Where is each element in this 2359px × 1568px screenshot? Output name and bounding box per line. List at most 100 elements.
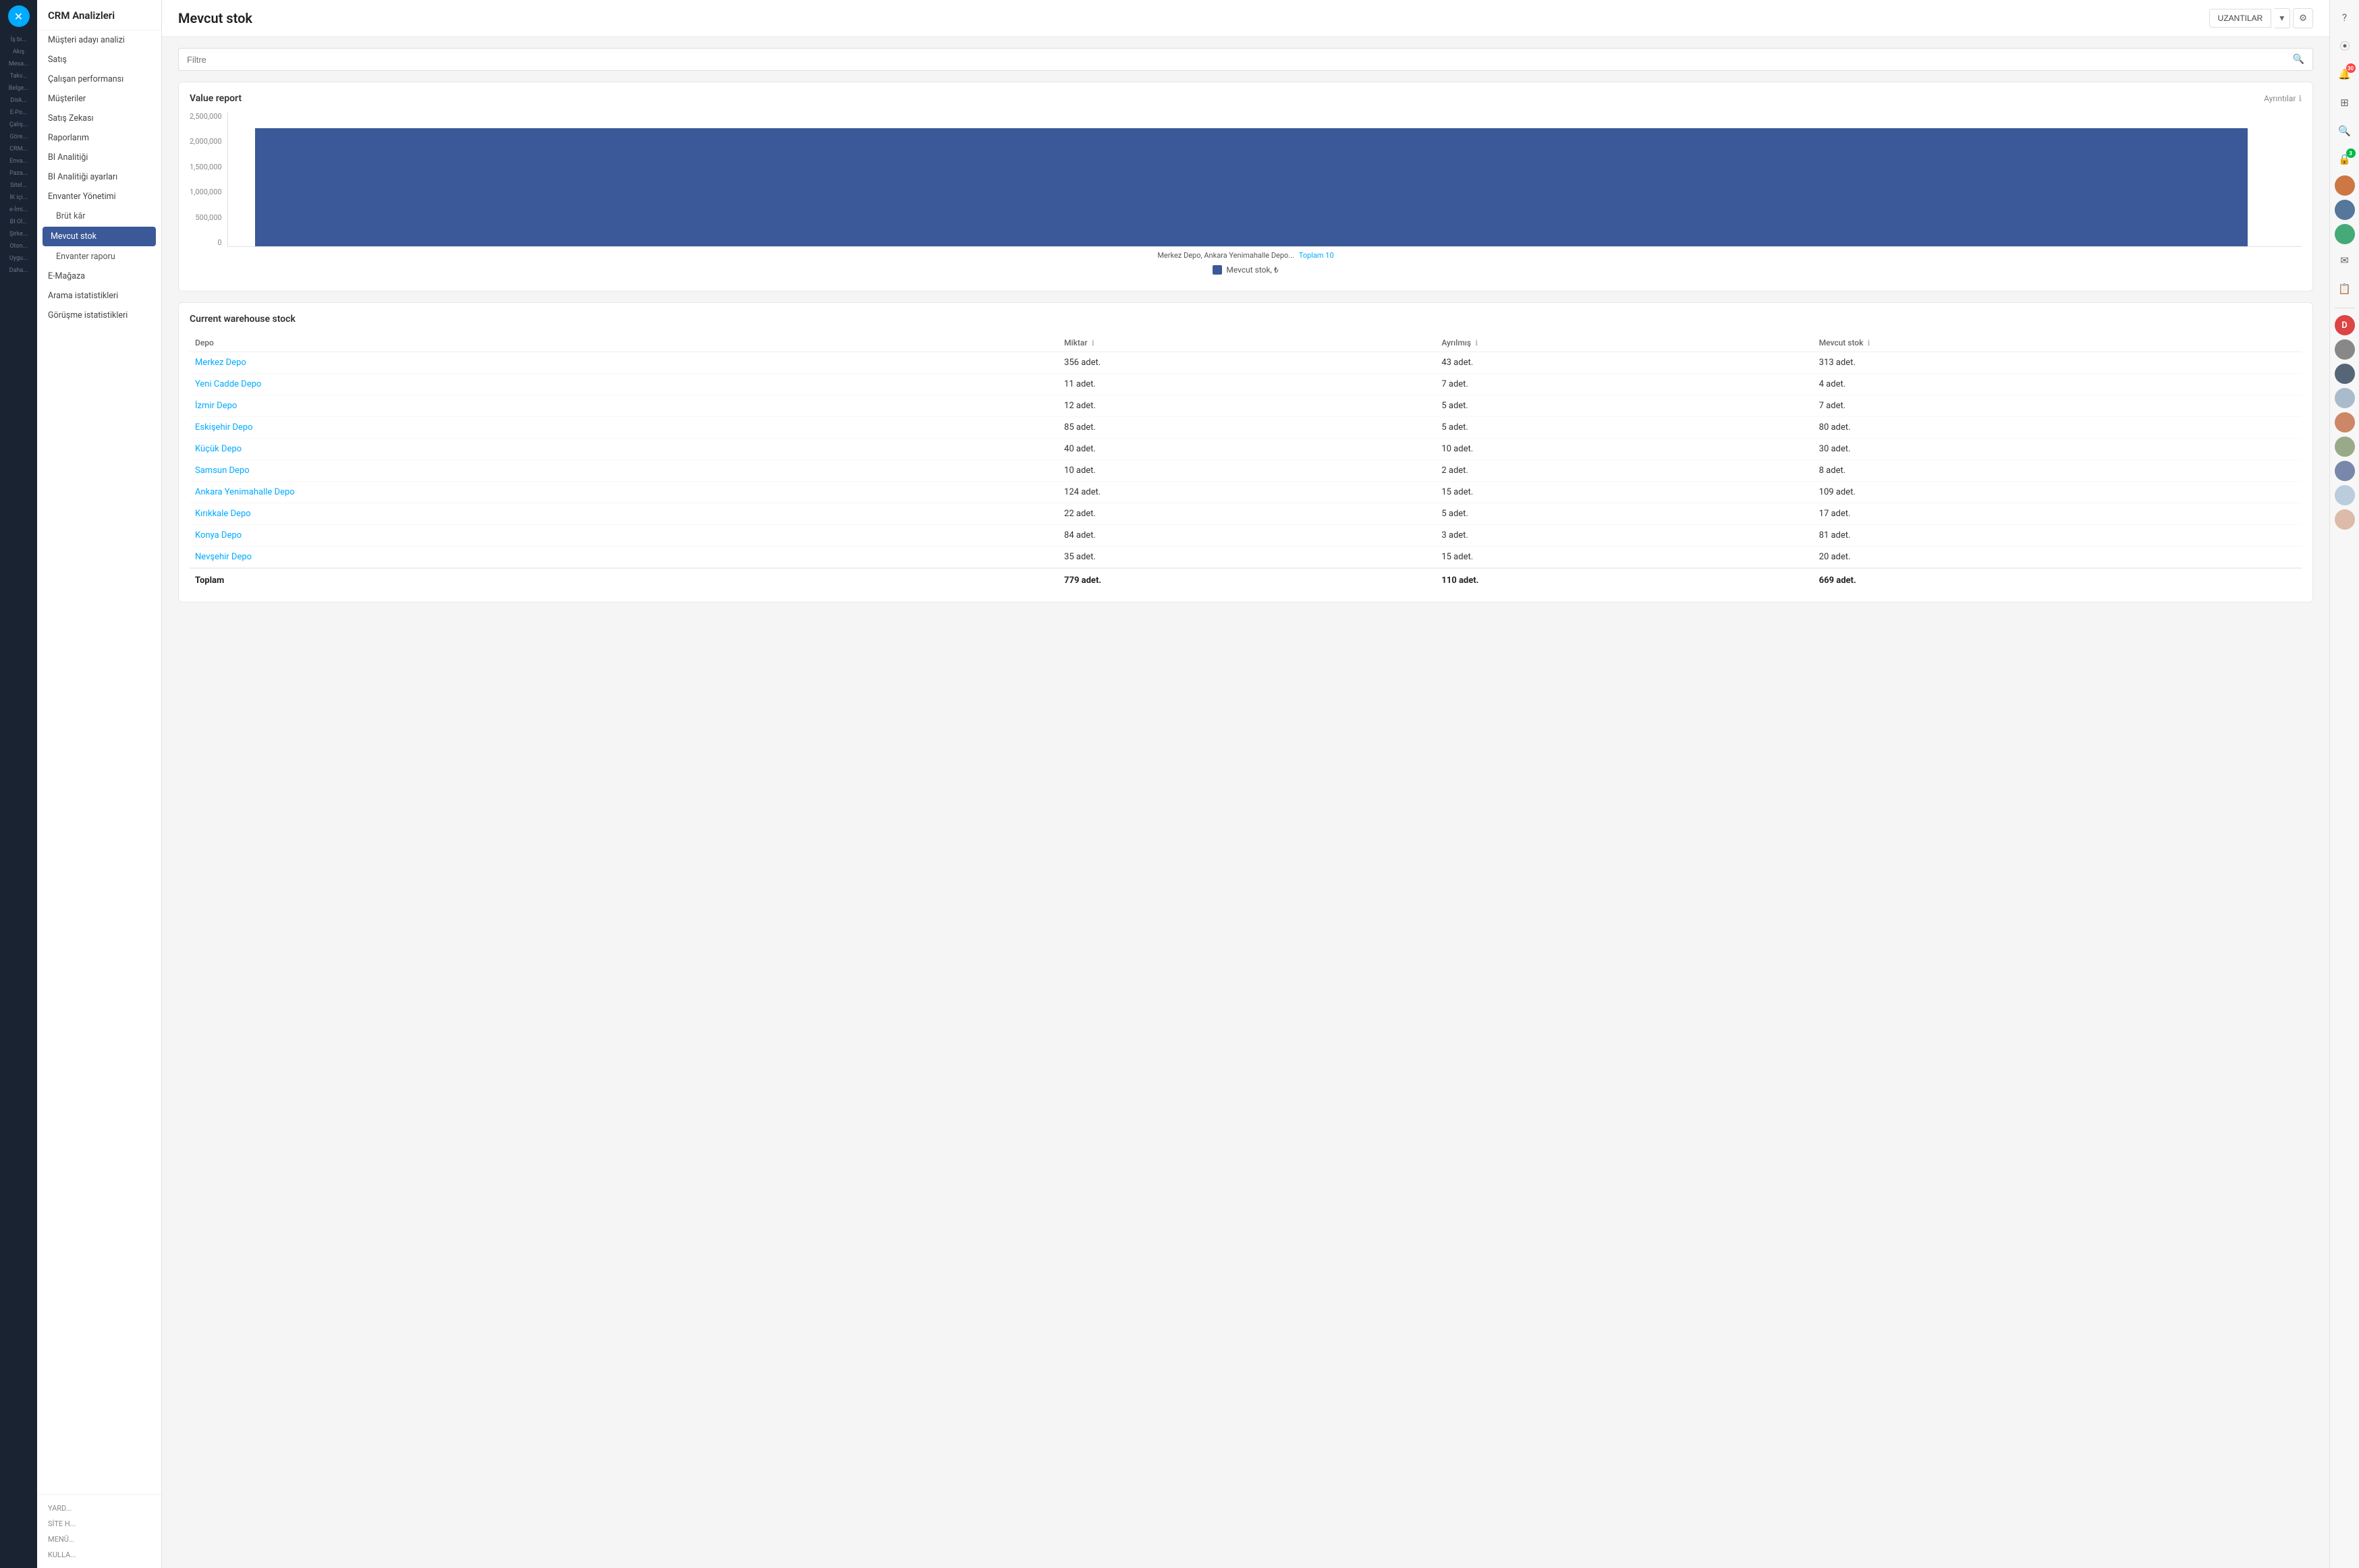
ayrilmis-info-icon: ℹ bbox=[1475, 339, 1478, 347]
nav-item-musteriler[interactable]: Müşteriler bbox=[37, 89, 161, 109]
sidebar-item-e-imi[interactable]: e-İmi... bbox=[2, 205, 36, 215]
warehouse-link-3[interactable]: Eskişehir Depo bbox=[195, 422, 253, 432]
col-header-ayrilmis: Ayrılmış ℹ bbox=[1436, 334, 1813, 352]
avatar-7[interactable] bbox=[2335, 412, 2355, 432]
col-header-mevcut-stok: Mevcut stok ℹ bbox=[1814, 334, 2302, 352]
cell-ayrilmis-2: 5 adet. bbox=[1436, 395, 1813, 417]
nav-item-satis[interactable]: Satış bbox=[37, 50, 161, 69]
avatar-8[interactable] bbox=[2335, 437, 2355, 457]
nav-item-mevcut-stok[interactable]: Mevcut stok bbox=[43, 227, 156, 246]
sidebar-item-sirke[interactable]: Şirke... bbox=[2, 229, 36, 239]
warehouse-link-1[interactable]: Yeni Cadde Depo bbox=[195, 379, 261, 389]
sidebar-item-sitel[interactable]: Sitel... bbox=[2, 181, 36, 190]
warehouse-link-4[interactable]: Küçük Depo bbox=[195, 444, 242, 454]
sidebar-item-bi-ol[interactable]: BI Ol... bbox=[2, 217, 36, 227]
avatar-3[interactable] bbox=[2335, 224, 2355, 244]
y-label-1000000: 1,000,000 bbox=[190, 188, 222, 196]
nav-footer-yard[interactable]: YARD... bbox=[37, 1501, 161, 1516]
sidebar-item-crm[interactable]: CRM... bbox=[2, 144, 36, 154]
page-content: 🔍 Value report Ayrıntılar ℹ 2,500,000 2,… bbox=[162, 37, 2329, 1568]
nav-item-calisan[interactable]: Çalışan performansı bbox=[37, 69, 161, 89]
avatar-2[interactable] bbox=[2335, 200, 2355, 220]
sidebar-item-takv[interactable]: Takv... bbox=[2, 72, 36, 81]
miktar-info-icon: ℹ bbox=[1092, 339, 1094, 347]
settings-icon-button[interactable] bbox=[2333, 34, 2357, 58]
legend-color-box bbox=[1213, 265, 1222, 275]
help-icon-button[interactable]: ? bbox=[2333, 5, 2357, 30]
settings-button[interactable]: ⚙ bbox=[2293, 8, 2313, 28]
cell-miktar-0: 356 adet. bbox=[1059, 352, 1436, 374]
search-input[interactable] bbox=[187, 55, 2293, 65]
cell-miktar-2: 12 adet. bbox=[1059, 395, 1436, 417]
uzantilar-button[interactable]: UZANTILAR bbox=[2209, 9, 2272, 28]
sidebar-item-belge[interactable]: Belge... bbox=[2, 84, 36, 93]
avatar-10[interactable] bbox=[2335, 485, 2355, 505]
warehouse-link-0[interactable]: Merkez Depo bbox=[195, 358, 246, 368]
sidebar-item-enva[interactable]: Enva... bbox=[2, 157, 36, 166]
nav-item-bi-analitigi[interactable]: BI Analitiği bbox=[37, 148, 161, 167]
warehouse-link-9[interactable]: Nevşehir Depo bbox=[195, 552, 252, 562]
chart-bars bbox=[227, 112, 2302, 247]
header-actions: UZANTILAR ▾ ⚙ bbox=[2209, 8, 2313, 28]
avatar-d[interactable]: D bbox=[2335, 315, 2355, 335]
table-row: Merkez Depo 356 adet. 43 adet. 313 adet. bbox=[190, 352, 2302, 374]
cell-mevcut-0: 313 adet. bbox=[1814, 352, 2302, 374]
table-row: Nevşehir Depo 35 adet. 15 adet. 20 adet. bbox=[190, 547, 2302, 569]
message-icon-button[interactable]: ✉ bbox=[2333, 248, 2357, 273]
hamburger-button[interactable]: ✕ bbox=[8, 5, 30, 27]
total-mevcut: 669 adet. bbox=[1814, 568, 2302, 591]
uzantilar-dropdown-button[interactable]: ▾ bbox=[2274, 8, 2290, 28]
avatar-6[interactable] bbox=[2335, 388, 2355, 408]
sidebar-item-akis[interactable]: Akış bbox=[2, 47, 36, 57]
warehouse-link-2[interactable]: İzmir Depo bbox=[195, 401, 237, 411]
search-icon: 🔍 bbox=[2293, 54, 2304, 65]
nav-item-arama[interactable]: Arama istatistikleri bbox=[37, 286, 161, 306]
list-icon-button[interactable]: 📋 bbox=[2333, 277, 2357, 301]
sidebar-item-daha[interactable]: Daha... bbox=[2, 266, 36, 275]
nav-item-e-magaza[interactable]: E-Mağaza bbox=[37, 267, 161, 286]
warehouse-link-6[interactable]: Ankara Yenimahalle Depo bbox=[195, 487, 295, 497]
warehouse-link-7[interactable]: Kırıkkale Depo bbox=[195, 509, 251, 519]
nav-item-satis-zekasi[interactable]: Satış Zekası bbox=[37, 109, 161, 128]
avatar-1[interactable] bbox=[2335, 175, 2355, 196]
nav-footer-site[interactable]: SİTE H... bbox=[37, 1516, 161, 1532]
sidebar-item-disk[interactable]: Disk... bbox=[2, 96, 36, 105]
col-header-miktar: Miktar ℹ bbox=[1059, 334, 1436, 352]
cell-miktar-3: 85 adet. bbox=[1059, 417, 1436, 439]
nav-footer-menu[interactable]: MENÜ... bbox=[37, 1532, 161, 1547]
sidebar-item-gore[interactable]: Göre... bbox=[2, 132, 36, 142]
sidebar-item-e-po[interactable]: E-Po... bbox=[2, 108, 36, 117]
nav-item-gorusme[interactable]: Görüşme istatistikleri bbox=[37, 306, 161, 325]
sidebar-item-calis[interactable]: Çalış... bbox=[2, 120, 36, 130]
cell-mevcut-4: 30 adet. bbox=[1814, 439, 2302, 460]
sidebar-item-paza[interactable]: Paza... bbox=[2, 169, 36, 178]
warehouse-link-8[interactable]: Konya Depo bbox=[195, 530, 242, 540]
toplam-link[interactable]: Toplam 10 bbox=[1299, 251, 1334, 260]
cell-mevcut-3: 80 adet. bbox=[1814, 417, 2302, 439]
nav-item-raporlarim[interactable]: Raporlarım bbox=[37, 128, 161, 148]
search-icon-button[interactable]: 🔍 bbox=[2333, 119, 2357, 143]
nav-item-brut-kar[interactable]: Brüt kâr bbox=[37, 206, 161, 226]
nav-footer-kulla[interactable]: KULLA... bbox=[37, 1547, 161, 1563]
page-title: Mevcut stok bbox=[178, 10, 252, 26]
avatar-5[interactable] bbox=[2335, 364, 2355, 384]
cell-miktar-1: 11 adet. bbox=[1059, 374, 1436, 395]
sidebar-item-mesa[interactable]: Mesa... bbox=[2, 59, 36, 69]
nav-item-musteri-adayi[interactable]: Müşteri adayı analizi bbox=[37, 30, 161, 50]
avatar-11[interactable] bbox=[2335, 509, 2355, 530]
nav-item-envanter-raporu[interactable]: Envanter raporu bbox=[37, 247, 161, 267]
ayrintilar-link[interactable]: Ayrıntılar ℹ bbox=[2264, 94, 2302, 103]
sidebar-item-ik[interactable]: İK içi... bbox=[2, 193, 36, 202]
lock-icon-button[interactable]: 🔒 3 bbox=[2333, 147, 2357, 171]
table-row: Ankara Yenimahalle Depo 124 adet. 15 ade… bbox=[190, 482, 2302, 503]
nav-item-envanter-yonetimi[interactable]: Envanter Yönetimi bbox=[37, 187, 161, 206]
sidebar-item-is-bi[interactable]: İş bi... bbox=[2, 35, 36, 45]
notification-bell-button[interactable]: 🔔 30 bbox=[2333, 62, 2357, 86]
warehouse-link-5[interactable]: Samsun Depo bbox=[195, 466, 250, 476]
nav-item-bi-ayarlari[interactable]: BI Analitiği ayarları bbox=[37, 167, 161, 187]
grid-icon-button[interactable]: ⊞ bbox=[2333, 90, 2357, 115]
sidebar-item-oton[interactable]: Oton... bbox=[2, 242, 36, 251]
avatar-4[interactable] bbox=[2335, 339, 2355, 360]
sidebar-item-uygu[interactable]: Uygu... bbox=[2, 254, 36, 263]
avatar-9[interactable] bbox=[2335, 461, 2355, 481]
